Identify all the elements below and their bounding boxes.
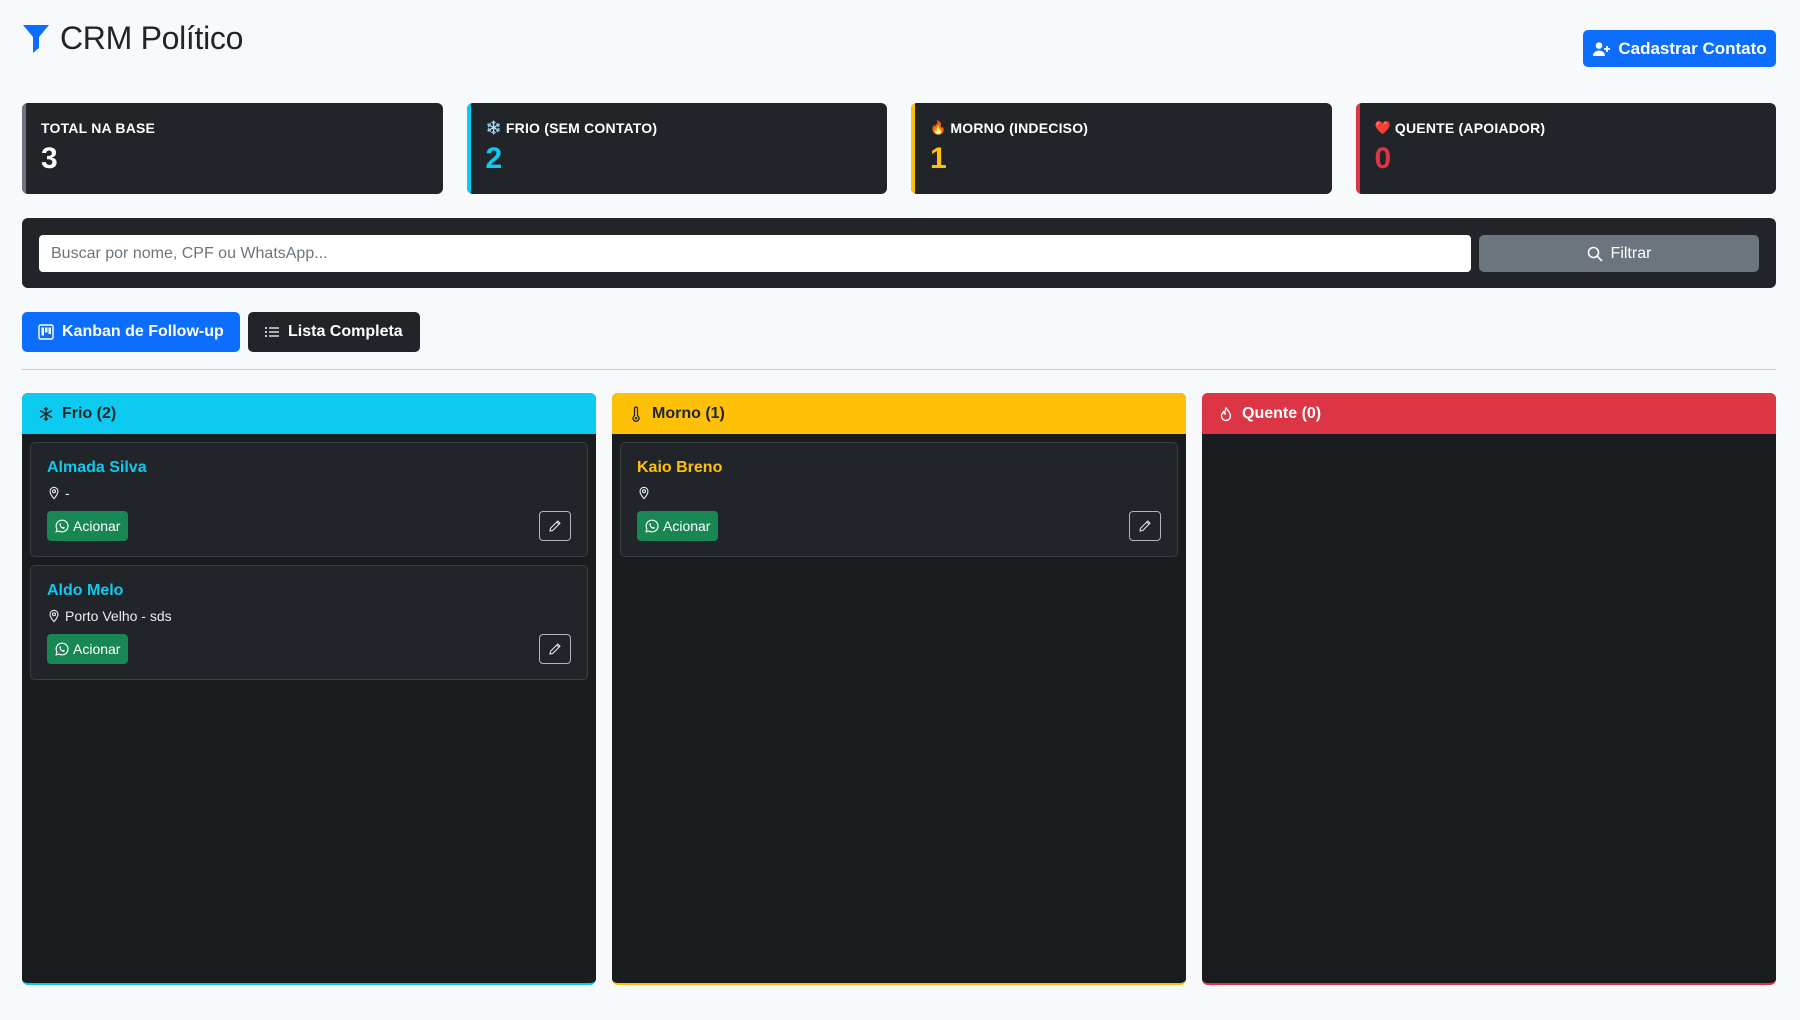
title-wrap: CRM Político xyxy=(22,20,243,57)
column-title: Morno (1) xyxy=(652,404,725,422)
add-contact-label: Cadastrar Contato xyxy=(1618,38,1767,58)
search-icon xyxy=(1587,246,1603,262)
column-title: Quente (0) xyxy=(1242,404,1322,422)
contact-name: Almada Silva xyxy=(47,459,147,476)
whatsapp-icon xyxy=(645,519,659,533)
kanban-board: Frio (2) Almada Silva - Acionar Aldo Mel… xyxy=(22,393,1776,985)
edit-button[interactable] xyxy=(539,634,571,664)
card-list: Almada Silva - Acionar Aldo Melo Porto V… xyxy=(22,434,596,688)
stat-label-frio: ❄️ FRIO (SEM CONTATO) xyxy=(486,120,888,136)
fire-icon xyxy=(1220,406,1232,421)
contact-card[interactable]: Aldo Melo Porto Velho - sds Acionar xyxy=(30,565,588,680)
contact-card[interactable]: Kaio Breno Acionar xyxy=(620,442,1178,557)
stat-value-morno: 1 xyxy=(930,142,947,175)
whatsapp-button[interactable]: Acionar xyxy=(47,511,129,541)
stat-label-morno: 🔥 MORNO (INDECISO) xyxy=(930,120,1332,136)
contact-location: Porto Velho - sds xyxy=(47,608,571,624)
stat-value-total: 3 xyxy=(41,142,58,175)
pencil-icon xyxy=(548,642,562,656)
tab-kanban-label: Kanban de Follow-up xyxy=(62,323,224,340)
card-list: Kaio Breno Acionar xyxy=(612,434,1186,565)
location-pin-icon xyxy=(47,486,61,500)
snowflake-icon xyxy=(39,406,53,421)
divider xyxy=(22,369,1776,370)
stat-label-text: FRIO (SEM CONTATO) xyxy=(505,120,658,136)
stat-value-quente: 0 xyxy=(1374,142,1392,175)
contact-card[interactable]: Almada Silva - Acionar xyxy=(30,442,588,557)
whatsapp-button[interactable]: Acionar xyxy=(637,511,719,541)
card-list xyxy=(1202,434,1776,450)
contact-location: - xyxy=(47,485,571,501)
tab-list-label: Lista Completa xyxy=(288,323,403,340)
stat-label-text: QUENTE (APOIADOR) xyxy=(1394,120,1546,136)
edit-button[interactable] xyxy=(1129,511,1161,541)
kanban-icon xyxy=(38,324,54,340)
location-pin-icon xyxy=(47,609,61,623)
column-header-frio: Frio (2) xyxy=(22,393,596,434)
add-user-icon xyxy=(1593,41,1611,56)
view-switcher: Kanban de Follow-up Lista Completa xyxy=(22,312,420,352)
thermometer-icon xyxy=(632,405,640,422)
stat-card-total: TOTAL NA BASE 3 xyxy=(22,103,443,194)
stat-value-frio: 2 xyxy=(485,142,503,175)
whatsapp-button-label: Acionar xyxy=(73,641,121,657)
stat-card-frio: ❄️ FRIO (SEM CONTATO) 2 xyxy=(466,103,888,194)
column-header-quente: Quente (0) xyxy=(1202,393,1776,434)
page-title: CRM Político xyxy=(60,20,244,56)
heart-icon: ❤️ xyxy=(1374,120,1391,135)
column-morno: Morno (1) Kaio Breno Acionar xyxy=(612,393,1186,985)
column-frio: Frio (2) Almada Silva - Acionar Aldo Mel… xyxy=(22,393,596,985)
edit-button[interactable] xyxy=(539,511,571,541)
tab-kanban[interactable]: Kanban de Follow-up xyxy=(22,312,240,352)
search-bar: Filtrar xyxy=(22,218,1776,288)
whatsapp-button-label: Acionar xyxy=(73,518,121,534)
filter-label: Filtrar xyxy=(1610,244,1652,262)
whatsapp-button[interactable]: Acionar xyxy=(47,634,129,664)
header: CRM Político Cadastrar Contato xyxy=(22,18,1776,74)
whatsapp-icon xyxy=(55,642,69,656)
add-contact-button[interactable]: Cadastrar Contato xyxy=(1583,30,1776,67)
funnel-icon xyxy=(23,24,49,53)
stat-card-quente: ❤️ QUENTE (APOIADOR) 0 xyxy=(1355,103,1777,194)
contact-location-text: - xyxy=(65,485,70,501)
filter-button[interactable]: Filtrar xyxy=(1479,235,1759,272)
contact-location-text: Porto Velho - sds xyxy=(65,608,172,624)
pencil-icon xyxy=(548,519,562,533)
stats-row: TOTAL NA BASE 3 ❄️ FRIO (SEM CONTATO) 2 … xyxy=(22,103,1776,194)
stat-card-morno: 🔥 MORNO (INDECISO) 1 xyxy=(911,103,1332,194)
fire-icon: 🔥 xyxy=(930,120,947,135)
contact-name: Kaio Breno xyxy=(637,459,723,476)
whatsapp-button-label: Acionar xyxy=(663,518,711,534)
location-pin-icon xyxy=(637,486,651,500)
whatsapp-icon xyxy=(55,519,69,533)
pencil-icon xyxy=(1138,519,1152,533)
column-title: Frio (2) xyxy=(62,404,117,422)
stat-label-total: TOTAL NA BASE xyxy=(41,120,443,136)
contact-location xyxy=(637,485,1161,501)
tab-list[interactable]: Lista Completa xyxy=(248,312,420,352)
stat-label-text: MORNO (INDECISO) xyxy=(950,120,1089,136)
list-icon xyxy=(265,327,279,337)
column-header-morno: Morno (1) xyxy=(612,393,1186,434)
stat-label-quente: ❤️ QUENTE (APOIADOR) xyxy=(1375,120,1777,136)
stat-label-text: TOTAL NA BASE xyxy=(41,120,156,136)
contact-name: Aldo Melo xyxy=(47,582,124,599)
search-input[interactable] xyxy=(39,235,1471,272)
column-quente: Quente (0) xyxy=(1202,393,1776,985)
snowflake-icon: ❄️ xyxy=(485,120,502,135)
